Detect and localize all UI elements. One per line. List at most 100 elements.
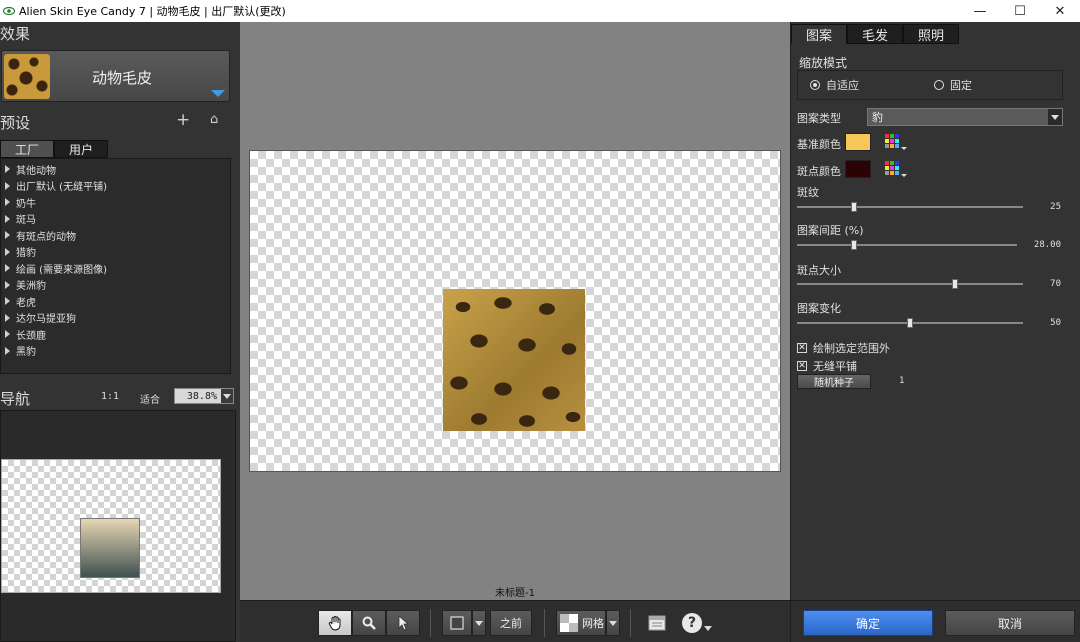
window-layout-icon [648, 615, 666, 631]
square-outline-icon [450, 616, 464, 630]
seamless-tile-checkbox[interactable]: ✕ 无缝平铺 [797, 358, 857, 374]
hand-tool-button[interactable] [318, 610, 352, 636]
panel-toggle-button[interactable] [644, 610, 670, 636]
list-item[interactable]: 有斑点的动物 [1, 227, 230, 244]
canvas[interactable] [249, 150, 781, 472]
expand-triangle-icon[interactable] [5, 181, 10, 190]
cancel-button[interactable]: 取消 [945, 610, 1075, 636]
actual-size-button[interactable]: 1:1 [101, 391, 119, 402]
navigator[interactable] [0, 410, 236, 642]
tab-pattern[interactable]: 图案 [791, 24, 848, 44]
slider-handle[interactable] [907, 318, 913, 328]
variation-label: 图案变化 [797, 302, 841, 315]
expand-triangle-icon[interactable] [5, 346, 10, 355]
pattern-type-label: 图案类型 [797, 112, 841, 125]
list-item[interactable]: 猎豹 [1, 244, 230, 261]
select-tool-button[interactable] [386, 610, 420, 636]
fit-button[interactable]: 适合 [140, 391, 160, 406]
list-item[interactable]: 其他动物 [1, 161, 230, 178]
spacing-value[interactable]: 28.00 [1021, 240, 1061, 250]
expand-triangle-icon[interactable] [5, 330, 10, 339]
slider-handle[interactable] [952, 279, 958, 289]
slider-handle[interactable] [851, 202, 857, 212]
grid-dropdown[interactable] [606, 610, 620, 636]
zoom-tool-button[interactable] [352, 610, 386, 636]
expand-triangle-icon[interactable] [5, 280, 10, 289]
background-dropdown[interactable] [472, 610, 486, 636]
expand-triangle-icon[interactable] [5, 247, 10, 256]
spot-size-value[interactable]: 70 [1021, 279, 1061, 289]
list-item[interactable]: 老虎 [1, 293, 230, 310]
list-item[interactable]: 奶牛 [1, 194, 230, 211]
tab-hair[interactable]: 毛发 [847, 24, 904, 44]
slider-handle[interactable] [851, 240, 857, 250]
grid-button[interactable]: 网格 [556, 610, 606, 636]
preview-area[interactable]: 未标题-1 [240, 22, 790, 600]
color-palette-icon[interactable] [885, 160, 907, 178]
list-item[interactable]: 达尔马提亚狗 [1, 310, 230, 327]
help-button[interactable]: ? [680, 610, 714, 636]
tab-lighting[interactable]: 照明 [903, 24, 960, 44]
navigation-title: 导航 [0, 390, 31, 408]
maximize-button[interactable]: ☐ [1000, 0, 1040, 22]
list-item[interactable]: 美洲豹 [1, 277, 230, 294]
base-color-swatch[interactable] [845, 133, 871, 151]
list-item[interactable]: 黑豹 [1, 343, 230, 360]
list-item[interactable]: 出厂默认 (无缝平铺) [1, 178, 230, 195]
spot-size-slider[interactable] [797, 279, 1023, 289]
spot-color-swatch[interactable] [845, 160, 871, 178]
zoom-select[interactable]: 38.8% [174, 388, 234, 404]
expand-triangle-icon[interactable] [5, 313, 10, 322]
effect-selector[interactable]: 动物毛皮 [1, 50, 230, 102]
pattern-type-select[interactable]: 豹 [867, 108, 1063, 126]
radio-adaptive[interactable]: 自适应 [810, 77, 859, 93]
chevron-down-icon[interactable] [1048, 109, 1062, 125]
variation-slider[interactable] [797, 318, 1023, 328]
stripes-value[interactable]: 25 [1021, 202, 1061, 212]
navigation-header: 导航 1:1 适合 38.8% [0, 386, 240, 408]
close-button[interactable]: ✕ [1040, 0, 1080, 22]
list-item[interactable]: 斑马 [1, 211, 230, 228]
presets-title: 预设 [0, 114, 31, 132]
before-button[interactable]: 之前 [490, 610, 532, 636]
chevron-down-icon[interactable] [221, 389, 233, 403]
scale-mode-group: 自适应 固定 [797, 70, 1063, 100]
chevron-down-icon[interactable] [211, 90, 225, 97]
expand-triangle-icon[interactable] [5, 264, 10, 273]
expand-triangle-icon[interactable] [5, 231, 10, 240]
stripes-slider[interactable] [797, 202, 1023, 212]
document-name: 未标题-1 [495, 588, 535, 599]
expand-triangle-icon[interactable] [5, 165, 10, 174]
expand-triangle-icon[interactable] [5, 214, 10, 223]
spot-size-label: 斑点大小 [797, 264, 841, 277]
chevron-down-icon [609, 620, 617, 626]
random-seed-value[interactable]: 1 [899, 376, 904, 386]
navigator-preview[interactable] [1, 459, 221, 593]
draw-outside-checkbox[interactable]: ✕ 绘制选定范围外 [797, 340, 890, 356]
radio-fixed[interactable]: 固定 [934, 77, 972, 93]
add-icon[interactable]: + [176, 110, 190, 130]
fur-thumbnail [4, 54, 50, 99]
checkbox-label: 绘制选定范围外 [813, 342, 890, 355]
list-item[interactable]: 长颈鹿 [1, 326, 230, 343]
home-icon[interactable]: ⌂ [210, 112, 218, 127]
color-palette-icon[interactable] [885, 133, 907, 151]
random-seed-button[interactable]: 随机种子 [797, 374, 871, 389]
ok-button[interactable]: 确定 [803, 610, 933, 636]
variation-value[interactable]: 50 [1021, 318, 1061, 328]
background-color-button[interactable] [442, 610, 472, 636]
list-item-label: 老虎 [16, 297, 36, 309]
list-item[interactable]: 绘画 (需要来源图像) [1, 260, 230, 277]
minimize-button[interactable]: — [960, 0, 1000, 22]
effect-name: 动物毛皮 [91, 69, 152, 87]
eye-icon [3, 5, 15, 17]
expand-triangle-icon[interactable] [5, 198, 10, 207]
list-item-label: 其他动物 [16, 165, 56, 177]
list-item-label: 美洲豹 [16, 281, 46, 293]
tab-factory[interactable]: 工厂 [0, 140, 55, 158]
expand-triangle-icon[interactable] [5, 297, 10, 306]
preset-tree: 其他动物 出厂默认 (无缝平铺) 奶牛 斑马 有斑点的动物 猎豹 绘画 (需要来… [0, 158, 231, 374]
tab-user[interactable]: 用户 [54, 140, 109, 158]
spacing-slider[interactable] [797, 240, 1017, 250]
navigator-viewport[interactable] [80, 518, 140, 578]
